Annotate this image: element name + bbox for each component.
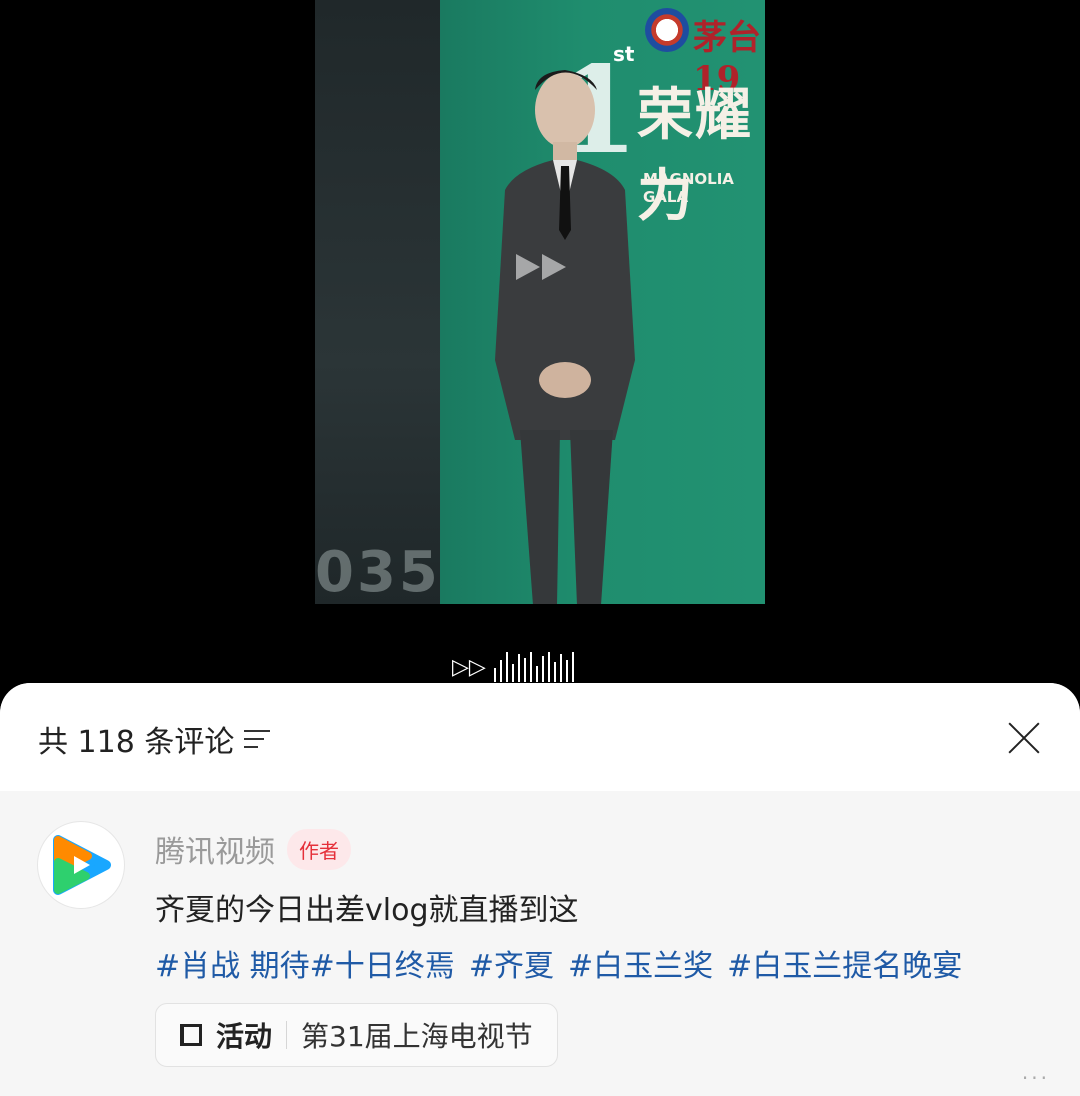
author-badge: 作者 [287, 828, 351, 870]
sponsor-logo-icon [645, 8, 689, 52]
author-row: 腾讯视频 作者 [155, 827, 351, 871]
person-figure [495, 70, 635, 604]
playback-controls[interactable]: ▷▷ [452, 652, 574, 682]
comment-text: 齐夏的今日出差vlog就直播到这 [155, 893, 579, 928]
activity-label: 活动 [216, 1020, 273, 1053]
activity-value: 第31届上海电视节 [301, 1020, 533, 1053]
avatar[interactable] [37, 821, 125, 909]
author-name[interactable]: 腾讯视频 [155, 827, 275, 871]
comments-count-title: 共 118 条评论 [38, 725, 235, 760]
hashtag-link[interactable]: #齐夏 [469, 941, 554, 985]
activity-icon [180, 1024, 202, 1046]
fast-forward-icon[interactable]: ▷▷ [452, 655, 486, 680]
video-frame[interactable]: 茅台19 1 st 荣耀力 MAGNOLIA GALA 035 [315, 0, 765, 604]
close-icon[interactable] [1006, 719, 1042, 755]
video-player[interactable]: 茅台19 1 st 荣耀力 MAGNOLIA GALA 035 ▷▷ [0, 0, 1080, 700]
tencent-video-logo-icon [53, 835, 111, 895]
more-options-icon[interactable]: ··· [1022, 1066, 1050, 1090]
audio-waveform [493, 652, 574, 682]
comments-header: 共 118 条评论 [0, 683, 1080, 791]
activity-chip[interactable]: 活动 第31届上海电视节 [155, 1003, 558, 1067]
video-backdrop-dark [315, 0, 440, 604]
comments-title-group[interactable]: 共 118 条评论 [38, 717, 271, 761]
comment-item[interactable]: 腾讯视频 作者 齐夏的今日出差vlog就直播到这 #肖战 期待#十日终焉 #齐夏… [0, 791, 1080, 1096]
backdrop-bottom-number: 035 [315, 540, 441, 604]
hashtag-link[interactable]: #白玉兰提名晚宴 [727, 941, 962, 985]
comments-sheet: 共 118 条评论 腾讯视频 作者 齐夏的今日出差vlog就直播到这 #肖战 期… [0, 683, 1080, 1096]
activity-divider [286, 1021, 288, 1049]
comment-tags: #肖战 期待#十日终焉 #齐夏 #白玉兰奖 #白玉兰提名晚宴 [155, 941, 962, 985]
fast-forward-overlay-icon[interactable] [514, 252, 570, 282]
sort-icon[interactable] [244, 728, 271, 750]
hashtag-link[interactable]: #白玉兰奖 [568, 941, 713, 985]
hashtag-link[interactable]: #肖战 期待#十日终焉 [155, 941, 455, 985]
